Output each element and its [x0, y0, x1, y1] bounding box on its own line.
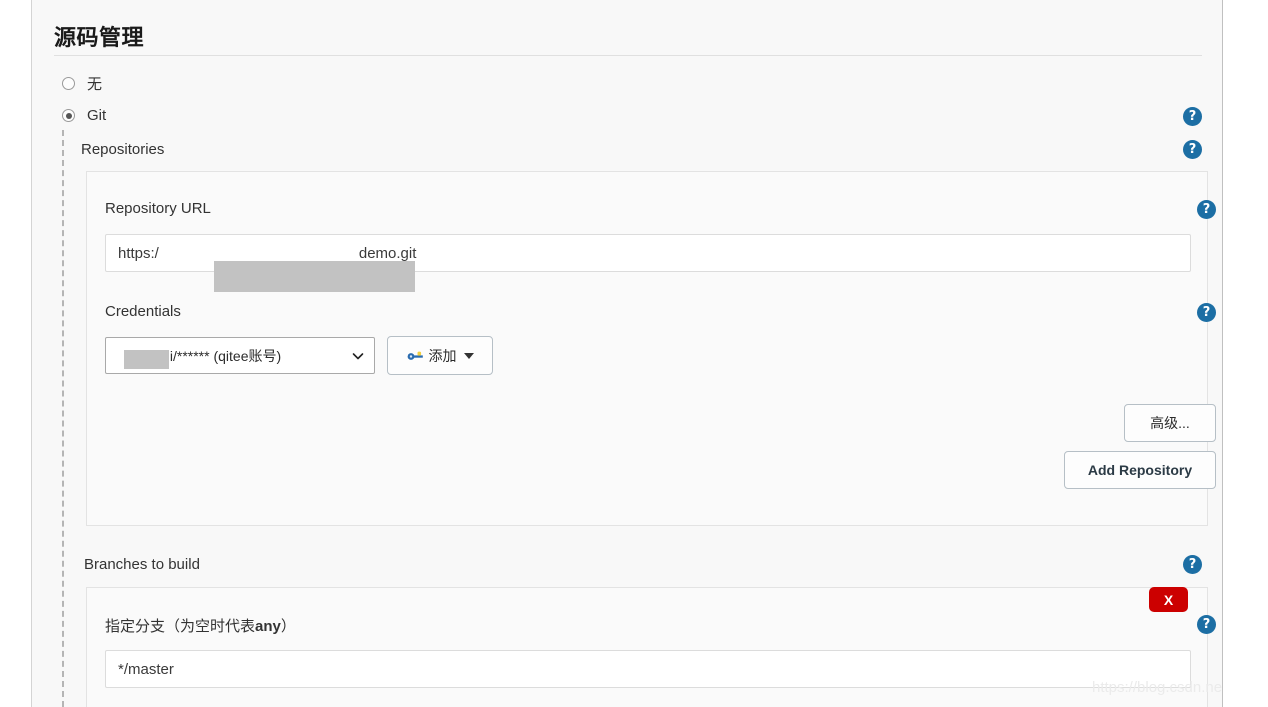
redaction-box-url [213, 261, 415, 292]
source-code-management-pane: 源码管理 无 Git ? ? Repositories Repository U… [31, 0, 1223, 707]
repository-url-input[interactable]: https:/ demo.git [105, 234, 1191, 292]
branch-specifier-label: 指定分支（为空时代表any） [105, 615, 296, 636]
redaction-box-credentials [124, 349, 169, 369]
help-icon-branches[interactable]: ? [1183, 555, 1202, 574]
branches-group-label: Branches to build [84, 556, 200, 573]
add-credential-label: 添加 [428, 347, 457, 364]
branch-specifier-label-suffix: ） [280, 618, 296, 635]
scm-option-git[interactable]: Git [62, 107, 106, 124]
key-icon [407, 351, 423, 360]
repository-url-prefix: https:/ [118, 244, 159, 262]
repositories-group-label: Repositories [81, 141, 165, 158]
title-divider [54, 55, 1202, 56]
credentials-selected-value: ,i/****** (qitee账号) [116, 346, 346, 369]
help-icon-git[interactable]: ? [1183, 107, 1202, 126]
repository-url-label: Repository URL [105, 200, 211, 217]
chevron-down-icon [352, 352, 364, 359]
add-credential-button[interactable]: 添加 [387, 336, 493, 375]
repository-panel: Repository URL ? https:/ demo.git Creden… [86, 171, 1216, 526]
credentials-select[interactable]: ,i/****** (qitee账号) [105, 337, 375, 374]
help-icon-branch-specifier[interactable]: ? [1197, 615, 1216, 634]
branch-specifier-input[interactable]: */master [105, 650, 1191, 688]
branch-specifier-label-bold: any [255, 618, 281, 635]
scm-option-none-label: 无 [87, 76, 103, 93]
branches-panel: 指定分支（为空时代表any） ? */master [86, 587, 1216, 707]
caret-down-icon [463, 352, 474, 359]
nesting-guide-line [62, 130, 64, 707]
radio-icon-none[interactable] [62, 77, 75, 90]
advanced-button[interactable]: 高级... [1124, 404, 1216, 442]
help-icon-credentials[interactable]: ? [1197, 303, 1216, 322]
repository-url-suffix: demo.git [358, 244, 417, 262]
scm-option-git-label: Git [87, 107, 107, 124]
add-repository-button[interactable]: Add Repository [1064, 451, 1216, 489]
scm-option-none[interactable]: 无 [62, 73, 102, 94]
credentials-label: Credentials [105, 303, 181, 320]
branch-specifier-label-prefix: 指定分支（为空时代表 [105, 618, 256, 635]
help-icon-repositories[interactable]: ? [1183, 140, 1202, 159]
help-icon-repository-url[interactable]: ? [1197, 200, 1216, 219]
page-title: 源码管理 [54, 25, 145, 50]
delete-branch-button[interactable]: X [1149, 587, 1188, 612]
radio-icon-git[interactable] [62, 109, 75, 122]
